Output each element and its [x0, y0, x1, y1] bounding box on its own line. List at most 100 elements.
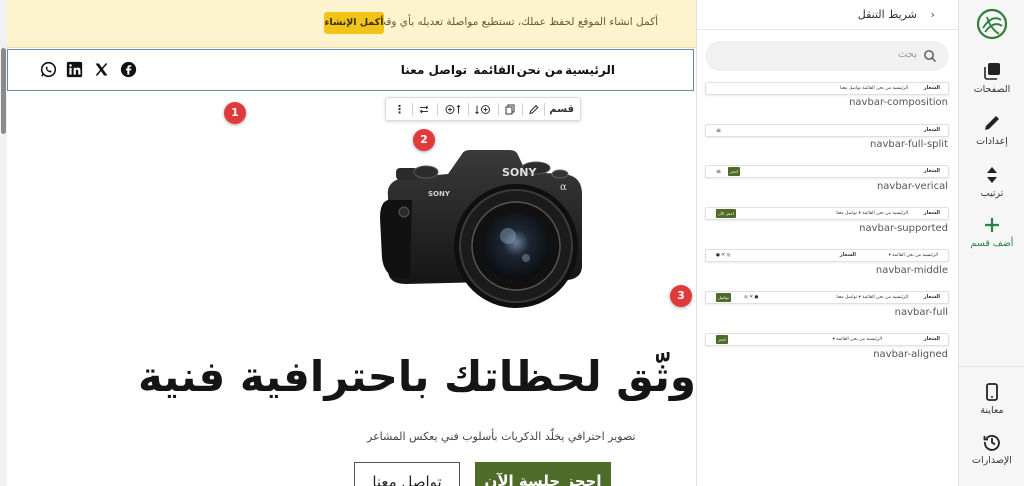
variant-preview-button: احجز الآن — [716, 209, 736, 218]
svg-text:SONY: SONY — [428, 190, 451, 198]
add-above-icon[interactable] — [444, 102, 462, 117]
search-input[interactable]: بحث — [705, 41, 949, 71]
variant-preview-brand: الشعار — [839, 252, 856, 258]
section-toolbar: قسم ⋮ — [385, 97, 581, 121]
swap-icon[interactable] — [418, 102, 430, 117]
x-icon[interactable] — [93, 61, 110, 78]
section-label: قسم — [549, 104, 574, 115]
variant-label: navbar-verical — [876, 181, 948, 192]
nav-link-about[interactable]: من نحن — [517, 63, 563, 77]
menu-icon: ≡ — [716, 127, 722, 134]
logo-icon — [976, 8, 1008, 40]
search-placeholder: بحث — [897, 49, 917, 60]
svg-text:α: α — [560, 182, 567, 193]
sidebar-item-pages[interactable]: الصفحات — [959, 62, 1024, 95]
panel-header: شريط التنقل › — [697, 0, 959, 30]
hero-subheading: تصوير احترافي يخلّد الذكريات بأسلوب فني … — [367, 430, 636, 443]
nav-link-home[interactable]: الرئيسية — [565, 63, 615, 77]
variant-label: navbar-supported — [859, 223, 948, 234]
search-icon — [924, 50, 936, 62]
navbar-variant-card[interactable]: الشعار الرئيسية من نحن القائمة ▾ تواصل م… — [705, 291, 949, 304]
navbar-variant-card[interactable]: الشعار احجز ≡ — [705, 165, 949, 178]
callout-badge-1: 1 — [224, 102, 246, 124]
more-icon[interactable]: ⋮ — [394, 102, 405, 117]
variant-preview-brand: الشعار — [923, 85, 940, 91]
sort-icon — [987, 167, 997, 183]
variant-label: navbar-composition — [849, 97, 948, 108]
svg-text:SONY: SONY — [502, 166, 537, 179]
navbar-variant-card[interactable]: الشعار الرئيسية من نحن القائمة ▾ ◎ ✕ ● — [705, 249, 949, 262]
callout-badge-3: 3 — [670, 285, 692, 307]
banner-message: أكمل انشاء الموقع لحفظ عملك، تستطيع مواص… — [376, 16, 658, 28]
variant-label: navbar-aligned — [873, 349, 948, 360]
variant-preview-links: الرئيسية من نحن القائمة ▾ تواصل معنا — [836, 295, 908, 300]
sidebar-item-label: ترتيب — [980, 188, 1004, 199]
variant-preview-button: احجز — [728, 167, 741, 176]
variant-preview-links: الرئيسية من نحن القائمة تواصل معنا — [840, 86, 908, 91]
sidebar-item-label: الإصدارات — [972, 455, 1012, 466]
sidebar-item-settings[interactable]: إعدادات — [959, 114, 1024, 147]
pencil-icon — [985, 116, 999, 130]
hero-camera-image: SONY SONY α — [380, 150, 582, 308]
nav-link-contact[interactable]: تواصل معنا — [401, 63, 467, 77]
history-icon — [983, 435, 1000, 451]
facebook-icon[interactable] — [120, 61, 137, 78]
sidebar-item-label: الصفحات — [973, 84, 1011, 95]
sidebar-item-preview[interactable]: معاينة — [959, 383, 1024, 416]
navbar-variant-card[interactable]: الشعار الرئيسية من نحن القائمة تواصل معن… — [705, 82, 949, 95]
sidebar-divider — [959, 366, 1024, 367]
add-below-icon[interactable] — [474, 102, 492, 117]
navbar-variant-card[interactable]: الشعار الرئيسية من نحن القائمة ▾ احجز — [705, 333, 949, 346]
site-navbar[interactable]: الرئيسية من نحن القائمة تواصل معنا — [7, 49, 694, 91]
variant-preview-brand: الشعار — [923, 127, 940, 133]
toolbar-divider — [468, 103, 469, 116]
nav-link-menu[interactable]: القائمة — [473, 63, 515, 77]
completion-banner: أكمل انشاء الموقع لحفظ عملك، تستطيع مواص… — [0, 0, 696, 48]
navbar-variant-card[interactable]: الشعار الرئيسية من نحن القائمة ▾ تواصل م… — [705, 207, 949, 220]
duplicate-icon[interactable] — [504, 102, 516, 117]
toolbar-divider — [437, 103, 438, 116]
social-icons: ● ✕ ◎ — [744, 295, 759, 300]
mobile-icon — [986, 383, 998, 401]
plus-icon — [985, 218, 999, 232]
toolbar-divider — [544, 103, 545, 116]
whatsapp-icon[interactable] — [40, 61, 57, 78]
sidebar-item-label: أضف قسم — [970, 238, 1014, 249]
variant-preview-brand: الشعار — [923, 336, 940, 342]
navbar-panel: شريط التنقل › بحث الشعار الرئيسية من نحن… — [696, 0, 959, 486]
linkedin-icon[interactable] — [66, 61, 83, 78]
variant-preview-links: الرئيسية من نحن القائمة ▾ — [832, 337, 882, 342]
chevron-right-icon[interactable]: › — [931, 8, 935, 21]
social-icons: ◎ ✕ ● — [716, 253, 731, 258]
complete-setup-button[interactable]: أكمل الإنشاء — [324, 12, 384, 34]
book-session-button[interactable]: احجز جلسة الآن — [475, 462, 611, 486]
variant-preview-brand: الشعار — [923, 210, 940, 216]
editor-sidebar: الصفحات إعدادات ترتيب أضف قسم معاينة الإ… — [958, 0, 1024, 486]
toolbar-divider — [522, 103, 523, 116]
variant-preview-brand: الشعار — [923, 168, 940, 174]
editor-canvas: أكمل انشاء الموقع لحفظ عملك، تستطيع مواص… — [0, 0, 696, 486]
sidebar-item-add-section[interactable]: أضف قسم — [959, 216, 1024, 249]
pencil-icon[interactable] — [528, 102, 540, 117]
menu-icon: ≡ — [716, 168, 722, 175]
pages-icon — [984, 63, 1000, 80]
contact-us-button[interactable]: تواصل معنا — [354, 462, 460, 486]
canvas-scrollbar[interactable] — [0, 0, 7, 486]
variant-preview-links: الرئيسية من نحن القائمة ▾ — [888, 253, 938, 258]
hero-heading: وثّق لحظاتك باحترافية فنية — [137, 352, 696, 401]
variant-preview-button: تواصل — [716, 293, 731, 302]
sidebar-item-label: معاينة — [980, 405, 1004, 416]
app-window: أكمل انشاء الموقع لحفظ عملك، تستطيع مواص… — [0, 0, 1024, 486]
toolbar-divider — [498, 103, 499, 116]
panel-title: شريط التنقل — [857, 8, 917, 21]
navbar-variant-card[interactable]: الشعار ≡ — [705, 124, 949, 137]
toolbar-divider — [412, 103, 413, 116]
sidebar-item-sort[interactable]: ترتيب — [959, 166, 1024, 199]
variant-label: navbar-full — [894, 307, 948, 318]
scrollbar-thumb[interactable] — [1, 48, 6, 134]
sidebar-item-versions[interactable]: الإصدارات — [959, 433, 1024, 466]
variant-label: navbar-middle — [875, 265, 948, 276]
variant-preview-links: الرئيسية من نحن القائمة ▾ تواصل معنا — [836, 211, 908, 216]
variant-preview-button: احجز — [716, 335, 729, 344]
variant-preview-brand: الشعار — [923, 294, 940, 300]
